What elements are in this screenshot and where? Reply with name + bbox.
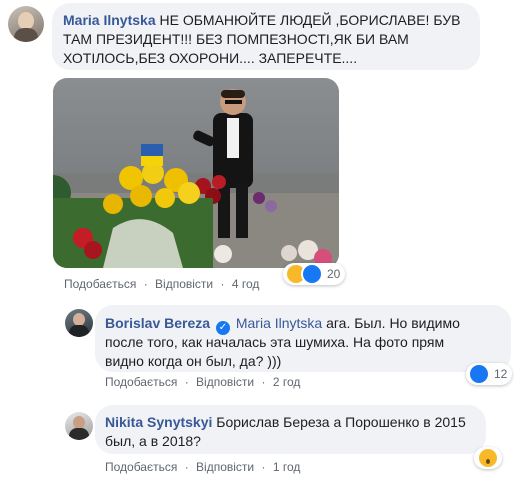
separator: · [220,277,225,291]
timestamp[interactable]: 1 год [273,460,301,474]
comment-text-line: ТАМ ПРЕЗИДЕНТ!!! БЕЗ ПОМПЕЗНОСТІ,ЯК БИ В… [63,31,409,47]
photo-scene [53,89,339,268]
mention-link[interactable]: Maria Ilnytska [236,315,322,331]
like-link[interactable]: Подобається [105,375,177,389]
reply-link[interactable]: Відповісти [196,375,254,389]
comment-text: Nikita Synytskyi Борислав Береза а Порош… [105,413,466,432]
comment-text: Maria Ilnytska НЕ ОБМАНЮЙТЕ ЛЮДЕЙ ,БОРИС… [63,12,461,28]
comment-actions: Подобається · Відповісти · 2 год [105,375,300,389]
like-link[interactable]: Подобається [105,460,177,474]
reaction-summary[interactable] [474,447,502,469]
reaction-summary[interactable]: 12 [466,363,513,385]
avatar[interactable] [65,412,93,440]
comment-text-line: был, а в 2018? [105,433,201,449]
avatar[interactable] [65,309,93,337]
comment-text-line: ХОТІЛОСЬ,БЕЗ ОХОРОНИ.... ЗАПЕРЕЧТЕ.... [63,50,358,66]
like-link[interactable]: Подобається [64,277,136,291]
comment-photo[interactable] [53,78,339,268]
comment-text-line: видно когда он был, да? ))) [105,353,282,369]
avatar[interactable] [8,6,44,42]
timestamp[interactable]: 2 год [273,375,301,389]
comment-author[interactable]: Nikita Synytskyi [105,414,212,430]
comment-author[interactable]: Maria Ilnytska [63,12,156,28]
wow-icon [477,447,499,469]
separator: · [261,460,266,474]
reaction-summary[interactable]: 20 [283,263,346,285]
comment-text-line: после того, как началась эта шумиха. На … [105,334,445,350]
comment-actions: Подобається · Відповісти · 1 год [105,460,300,474]
reaction-count: 12 [494,367,508,381]
comment-text-segment: ага. Был. Но видимо [322,315,460,331]
comment-actions: Подобається · Відповісти · 4 год [64,277,259,291]
separator: · [143,277,148,291]
timestamp[interactable]: 4 год [232,277,260,291]
reply-link[interactable]: Відповісти [155,277,213,291]
separator: · [261,375,266,389]
reply-link[interactable]: Відповісти [196,460,254,474]
like-icon [301,263,323,285]
reaction-count: 20 [327,267,341,281]
separator: · [184,460,189,474]
comment-text: Borislav Bereza ✓ Maria Ilnytska ага. Бы… [105,314,460,335]
comment-text-segment: Борислав Береза а Порошенко в 2015 [212,414,466,430]
separator: · [184,375,189,389]
comment-author[interactable]: Borislav Bereza [105,315,210,331]
like-icon [468,363,490,385]
